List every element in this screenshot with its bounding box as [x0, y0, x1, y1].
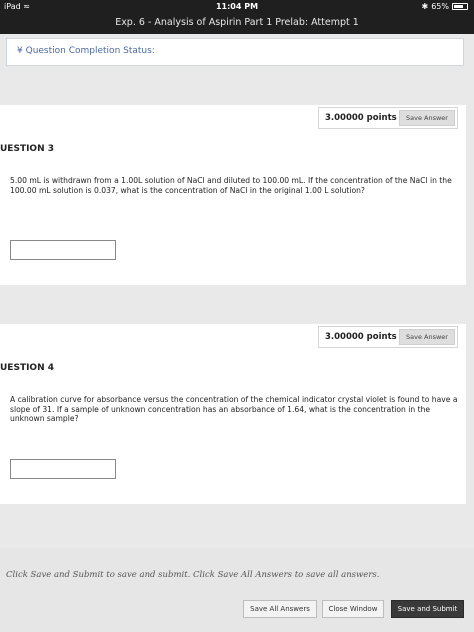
battery-icon	[452, 3, 468, 10]
status-right: ✱ 65%	[422, 2, 468, 11]
completion-status[interactable]: ¥ Question Completion Status:	[6, 38, 464, 66]
answer-input[interactable]	[10, 240, 116, 260]
question-heading: UESTION 3	[0, 144, 55, 154]
save-all-answers-button[interactable]: Save All Answers	[243, 600, 317, 618]
bluetooth-icon: ✱	[421, 2, 429, 11]
question-panel: UESTION 3 5.00 mL is withdrawn from a 1.…	[0, 135, 466, 285]
points-value: 3.00000 points	[325, 332, 397, 342]
question-text: A calibration curve for absorbance versu…	[10, 395, 458, 424]
battery-percent: 65%	[431, 2, 449, 11]
points-value: 3.00000 points	[325, 113, 397, 123]
status-bar: iPad ≈ 11:04 PM ✱ 65%	[0, 0, 474, 14]
question-panel: UESTION 4 A calibration curve for absorb…	[0, 354, 466, 504]
question-heading: UESTION 4	[0, 363, 55, 373]
completion-status-label[interactable]: ¥ Question Completion Status:	[17, 46, 155, 56]
points-bar: 3.00000 points Save Answer	[0, 324, 466, 354]
points-box: 3.00000 points Save Answer	[318, 107, 458, 129]
points-bar: 3.00000 points Save Answer	[0, 105, 466, 135]
close-window-button[interactable]: Close Window	[322, 600, 384, 618]
submit-footer: Click Save and Submit to save and submit…	[0, 548, 474, 632]
points-box: 3.00000 points Save Answer	[318, 326, 458, 348]
submit-hint: Click Save and Submit to save and submit…	[6, 570, 380, 580]
save-answer-button[interactable]: Save Answer	[399, 329, 455, 345]
save-and-submit-button[interactable]: Save and Submit	[391, 600, 464, 618]
chevron-down-icon: ¥	[17, 46, 23, 56]
answer-input[interactable]	[10, 459, 116, 479]
question-text: 5.00 mL is withdrawn from a 1.00L soluti…	[10, 176, 452, 195]
clock: 11:04 PM	[215, 2, 259, 11]
save-answer-button[interactable]: Save Answer	[399, 110, 455, 126]
window-title: Exp. 6 - Analysis of Aspirin Part 1 Prel…	[0, 14, 474, 34]
